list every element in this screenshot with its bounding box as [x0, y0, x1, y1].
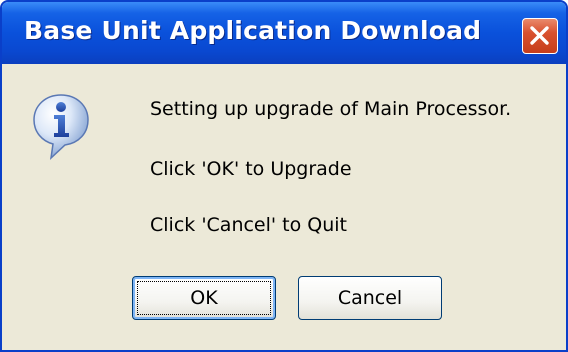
- ok-button[interactable]: OK: [132, 276, 276, 320]
- dialog-window: Base Unit Application Download Setting u…: [0, 0, 568, 352]
- message-line-3: Click 'Cancel' to Quit: [150, 214, 348, 236]
- close-button[interactable]: [522, 18, 558, 54]
- dialog-body: Setting up upgrade of Main Processor. Cl…: [2, 64, 566, 350]
- info-icon: [33, 94, 89, 160]
- title-bar[interactable]: Base Unit Application Download: [2, 2, 566, 64]
- window-title: Base Unit Application Download: [24, 16, 482, 45]
- cancel-button[interactable]: Cancel: [298, 276, 442, 320]
- close-icon: [530, 26, 549, 45]
- message-line-2: Click 'OK' to Upgrade: [150, 158, 352, 180]
- cancel-button-label: Cancel: [337, 287, 403, 309]
- message-line-1: Setting up upgrade of Main Processor.: [150, 98, 512, 120]
- ok-button-label: OK: [190, 287, 218, 309]
